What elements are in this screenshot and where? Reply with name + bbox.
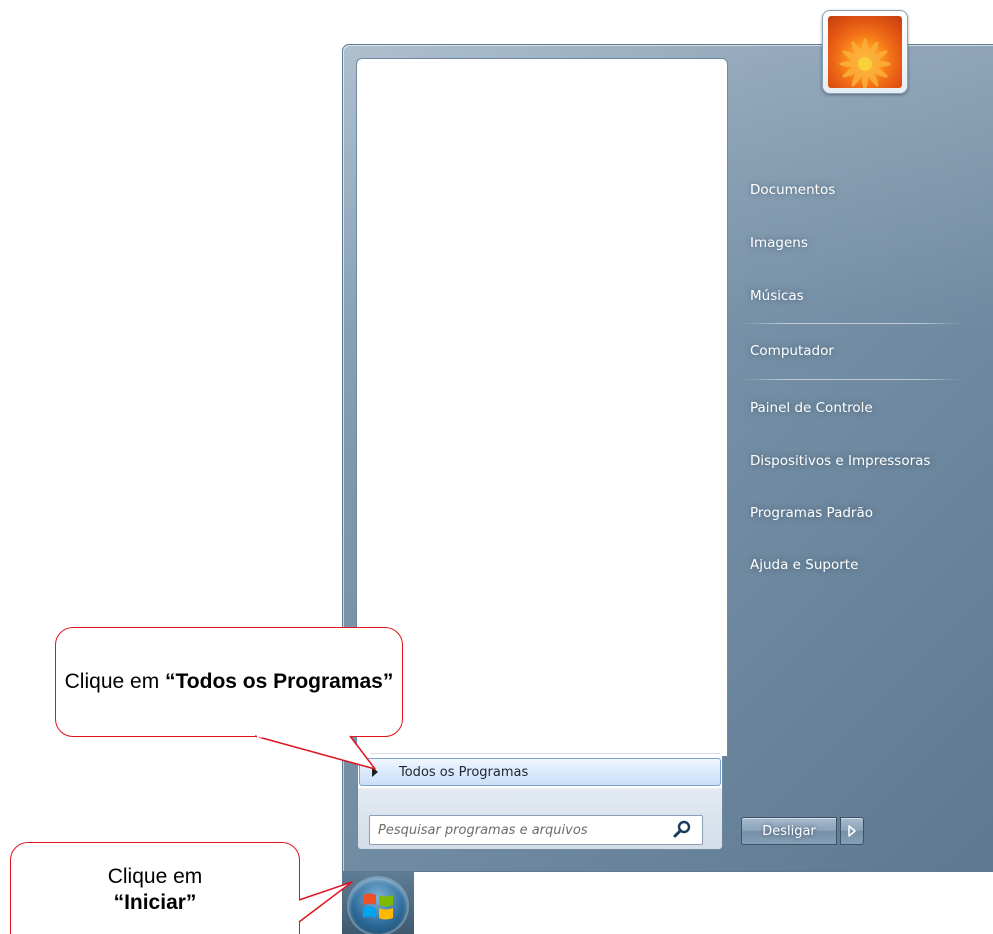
callout-pointer [254,734,376,770]
menu-item-ajuda-e-suporte[interactable]: Ajuda e Suporte [750,557,858,573]
start-button[interactable] [349,878,407,934]
divider [742,323,962,324]
all-programs-label: Todos os Programas [399,764,529,780]
chevron-right-icon [848,825,856,837]
menu-item-computador[interactable]: Computador [750,343,834,359]
divider [370,753,720,754]
menu-item-musicas[interactable]: Músicas [750,288,804,304]
shutdown-button[interactable]: Desligar [741,817,837,845]
callout-prefix: Clique em [107,865,203,888]
menu-item-imagens[interactable]: Imagens [750,235,808,251]
search-icon[interactable] [670,818,694,842]
callout-all-programs: Clique em “Todos os Programas” [55,627,403,737]
callout-prefix: Clique em [64,670,166,693]
menu-item-documentos[interactable]: Documentos [750,182,835,198]
menu-item-painel-de-controle[interactable]: Painel de Controle [750,400,873,416]
shutdown-options-button[interactable] [840,817,864,845]
windows-logo-icon [363,893,393,920]
callout-start: Clique em “Iniciar” [10,842,300,934]
callout-emphasis: “Todos os Programas” [165,670,394,693]
program-list-pane [356,58,728,756]
divider [742,379,962,380]
all-programs-row: Todos os Programas [357,756,723,788]
all-programs-button[interactable]: Todos os Programas [359,758,721,786]
callout-emphasis: “Iniciar” [113,891,197,914]
search-input[interactable] [378,822,668,838]
menu-item-programas-padrao[interactable]: Programas Padrão [750,505,873,521]
callout-pointer [297,881,353,923]
menu-item-dispositivos-e-impressoras[interactable]: Dispositivos e Impressoras [750,453,930,469]
search-box[interactable] [369,815,703,845]
callout-text: Clique em “Todos os Programas” [65,669,394,695]
user-picture-icon [828,16,902,88]
user-picture[interactable] [822,10,908,94]
